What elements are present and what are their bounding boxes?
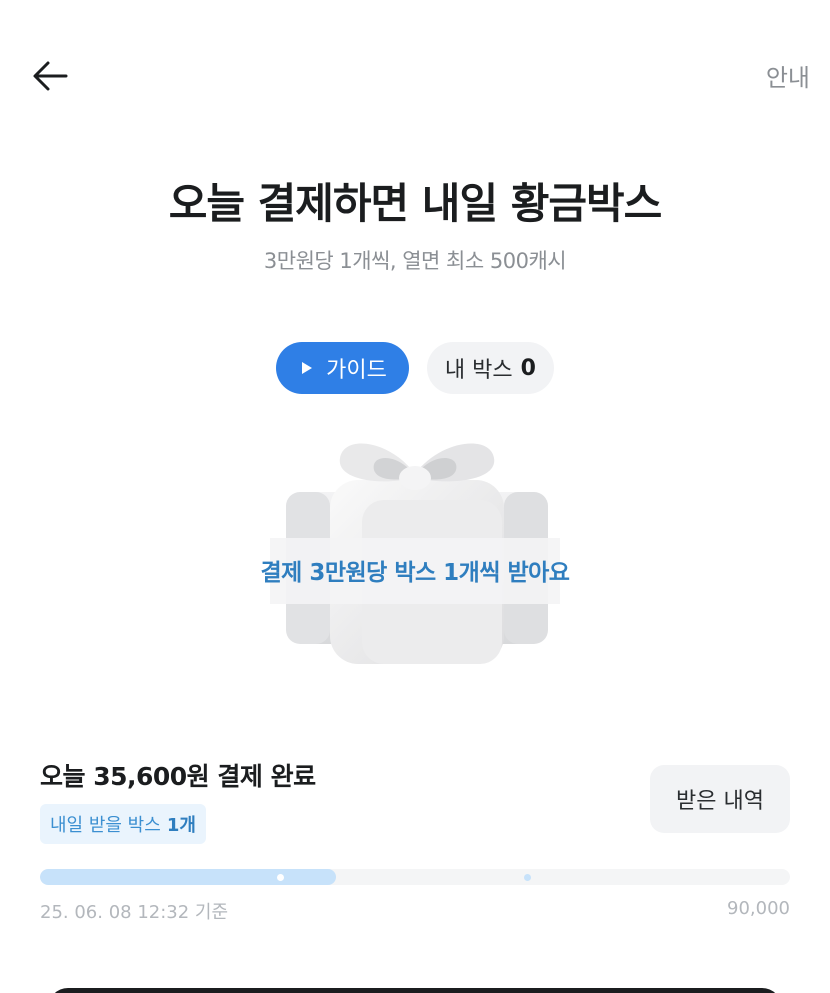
progress-fill xyxy=(40,869,337,885)
milestone-dot xyxy=(524,874,531,881)
payment-progress-bar xyxy=(40,869,790,885)
bottom-action-bar[interactable] xyxy=(48,988,782,993)
progress-timestamp: 25. 06. 08 12:32 기준 xyxy=(40,902,229,923)
milestone-dot xyxy=(277,874,284,881)
tomorrow-box-badge: 내일 받을 박스 1개 xyxy=(40,804,206,844)
gift-caption: 결제 3만원당 박스 1개씩 받아요 xyxy=(260,560,570,586)
page-title: 오늘 결제하면 내일 황금박스 xyxy=(168,179,663,228)
my-box-label: 내 박스 xyxy=(444,358,513,383)
my-box-button[interactable]: 내 박스 0 xyxy=(426,342,554,394)
back-button[interactable] xyxy=(28,56,72,96)
guide-button[interactable]: 가이드 xyxy=(276,342,409,394)
play-icon xyxy=(302,362,313,374)
paid-summary: 오늘 35,600원 결제 완료 xyxy=(40,762,316,791)
info-link[interactable]: 안내 xyxy=(766,58,810,93)
arrow-left-icon xyxy=(33,61,68,91)
page-subtitle: 3만원당 1개씩, 열면 최소 500캐시 xyxy=(263,249,567,273)
tomorrow-box-count: 1개 xyxy=(166,815,196,836)
my-box-count: 0 xyxy=(520,355,536,381)
guide-label: 가이드 xyxy=(326,358,387,383)
tomorrow-box-label: 내일 받을 박스 xyxy=(50,815,161,836)
progress-max-label: 90,000 xyxy=(727,898,790,919)
top-bar: 안내 xyxy=(0,0,830,150)
gift-box-icon xyxy=(270,443,560,664)
history-button[interactable]: 받은 내역 xyxy=(650,765,790,833)
chip-row: 가이드 내 박스 0 xyxy=(0,342,830,394)
